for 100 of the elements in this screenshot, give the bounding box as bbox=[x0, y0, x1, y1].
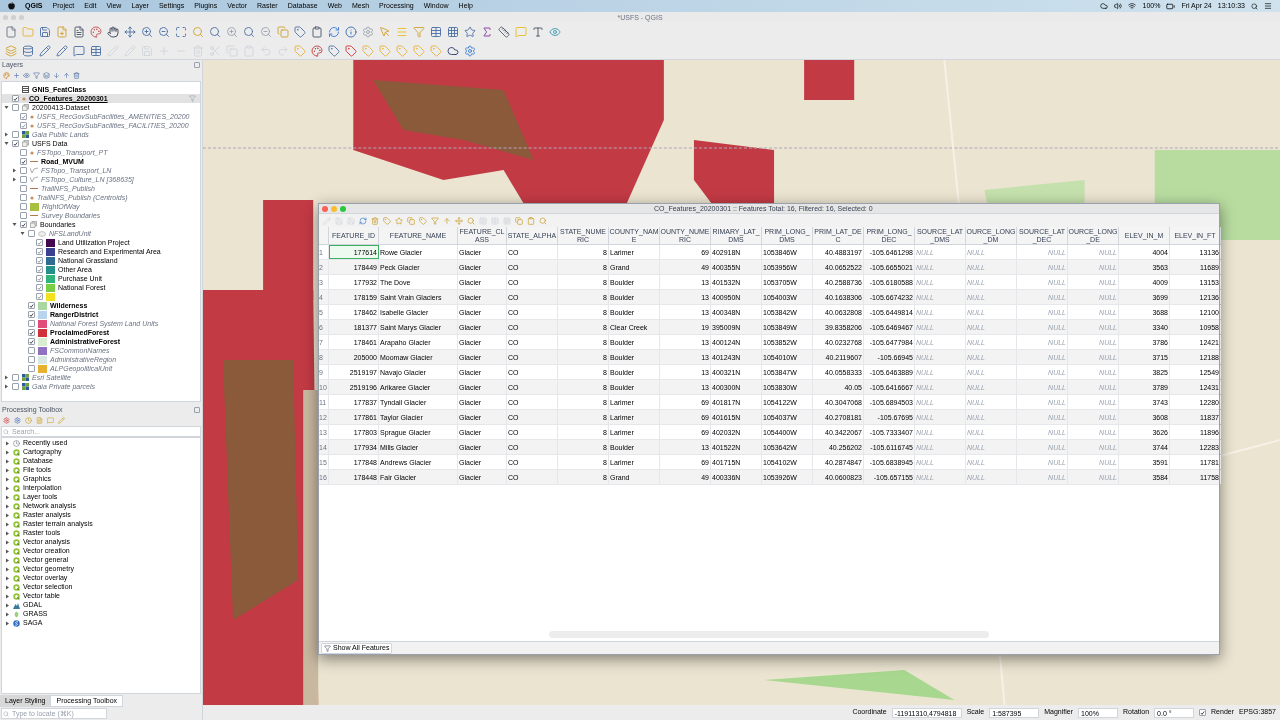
expand-arrow-icon[interactable] bbox=[5, 468, 10, 473]
checkbox[interactable] bbox=[20, 221, 27, 228]
checkbox[interactable] bbox=[28, 365, 35, 372]
database-icon[interactable] bbox=[20, 43, 35, 58]
grid-icon[interactable] bbox=[445, 24, 460, 40]
expand-arrow-icon[interactable] bbox=[5, 531, 10, 536]
label-icon[interactable] bbox=[326, 43, 341, 58]
expand-arrow-icon[interactable] bbox=[5, 585, 10, 590]
expand-arrow-icon[interactable] bbox=[5, 612, 10, 617]
label-icon[interactable] bbox=[377, 43, 392, 58]
expand-arrow-icon[interactable] bbox=[5, 513, 10, 518]
label-icon[interactable] bbox=[394, 43, 409, 58]
checkbox[interactable] bbox=[12, 95, 19, 102]
toolbar-icon[interactable] bbox=[405, 215, 416, 226]
checkbox[interactable] bbox=[28, 320, 35, 327]
toolbar-icon[interactable] bbox=[357, 215, 368, 226]
zoom-in-icon[interactable] bbox=[139, 24, 154, 40]
checkbox[interactable] bbox=[28, 329, 35, 336]
checkbox[interactable] bbox=[28, 302, 35, 309]
checkbox[interactable] bbox=[12, 131, 19, 138]
close-icon[interactable] bbox=[194, 406, 200, 413]
checkbox[interactable] bbox=[20, 212, 27, 219]
toolbar-icon[interactable] bbox=[381, 215, 392, 226]
search-icon[interactable] bbox=[207, 24, 222, 40]
checkbox[interactable] bbox=[20, 167, 27, 174]
checkbox[interactable] bbox=[28, 347, 35, 354]
toolbar-icon[interactable] bbox=[63, 71, 70, 79]
expand-arrow-icon[interactable] bbox=[5, 603, 10, 608]
info-icon[interactable] bbox=[343, 24, 358, 40]
volume-icon[interactable] bbox=[1114, 2, 1123, 10]
move-icon[interactable] bbox=[122, 24, 137, 40]
expand-arrow-icon[interactable] bbox=[5, 441, 10, 446]
toolbar-icon[interactable] bbox=[465, 215, 476, 226]
pencil-icon[interactable] bbox=[37, 43, 52, 58]
clipboard-icon[interactable] bbox=[309, 24, 324, 40]
maximize-button[interactable] bbox=[340, 205, 346, 212]
expand-arrow-icon[interactable] bbox=[5, 558, 10, 563]
checkbox[interactable] bbox=[12, 104, 19, 111]
checkbox[interactable] bbox=[36, 248, 43, 255]
filter-icon[interactable] bbox=[411, 24, 426, 40]
palette-icon[interactable] bbox=[88, 24, 103, 40]
expand-arrow-icon[interactable] bbox=[5, 621, 10, 626]
zoom-full-icon[interactable] bbox=[173, 24, 188, 40]
toolbar-icon[interactable] bbox=[36, 416, 43, 424]
document-icon[interactable] bbox=[71, 24, 86, 40]
copy-icon[interactable] bbox=[275, 24, 290, 40]
checkbox[interactable] bbox=[1199, 709, 1207, 716]
cloud-icon[interactable] bbox=[1100, 2, 1109, 10]
checkbox[interactable] bbox=[20, 122, 27, 129]
checkbox[interactable] bbox=[20, 185, 27, 192]
toolbar-icon[interactable] bbox=[525, 215, 536, 226]
expand-arrow-icon[interactable] bbox=[5, 567, 10, 572]
checkbox[interactable] bbox=[36, 266, 43, 273]
expand-arrow-icon[interactable] bbox=[12, 222, 17, 227]
toolbar-icon[interactable] bbox=[73, 71, 80, 79]
checkbox[interactable] bbox=[36, 284, 43, 291]
close-icon[interactable] bbox=[194, 61, 200, 68]
expand-arrow-icon[interactable] bbox=[4, 375, 9, 380]
zoom-out-icon[interactable] bbox=[156, 24, 171, 40]
expand-arrow-icon[interactable] bbox=[20, 231, 25, 236]
expand-arrow-icon[interactable] bbox=[5, 594, 10, 599]
toolbar-icon[interactable] bbox=[393, 215, 404, 226]
minimize-button[interactable] bbox=[331, 205, 337, 212]
clipboard-icon[interactable] bbox=[241, 43, 256, 58]
expand-arrow-icon[interactable] bbox=[4, 141, 9, 146]
zoom-in-icon[interactable] bbox=[224, 24, 239, 40]
checkbox[interactable] bbox=[28, 311, 35, 318]
checkbox[interactable] bbox=[20, 113, 27, 120]
checkbox[interactable] bbox=[12, 140, 19, 147]
toolbar-icon[interactable] bbox=[441, 215, 452, 226]
checkbox[interactable] bbox=[28, 338, 35, 345]
toolbar-icon[interactable] bbox=[47, 416, 54, 424]
expand-arrow-icon[interactable] bbox=[12, 177, 17, 182]
expand-arrow-icon[interactable] bbox=[4, 105, 9, 110]
new-file-icon[interactable] bbox=[3, 24, 18, 40]
menu-icon[interactable] bbox=[1264, 2, 1272, 10]
toolbar-icon[interactable] bbox=[417, 215, 428, 226]
star-icon[interactable] bbox=[462, 24, 477, 40]
toolbar-icon[interactable] bbox=[43, 71, 50, 79]
expand-arrow-icon[interactable] bbox=[4, 132, 9, 137]
checkbox[interactable] bbox=[36, 293, 43, 300]
toolbar-icon[interactable] bbox=[53, 71, 60, 79]
toolbar-icon[interactable] bbox=[25, 416, 32, 424]
expand-arrow-icon[interactable] bbox=[5, 486, 10, 491]
close-button[interactable] bbox=[322, 205, 328, 212]
settings-icon[interactable] bbox=[360, 24, 375, 40]
pencil-icon[interactable] bbox=[54, 43, 69, 58]
battery-icon[interactable] bbox=[1166, 1, 1176, 11]
toolbar-icon[interactable] bbox=[537, 215, 548, 226]
toolbar-icon[interactable] bbox=[33, 71, 40, 79]
toolbar-icon[interactable] bbox=[58, 416, 65, 424]
toolbar-icon[interactable] bbox=[13, 71, 20, 79]
table-icon[interactable] bbox=[428, 24, 443, 40]
checkbox[interactable] bbox=[28, 230, 35, 237]
palette-icon[interactable] bbox=[309, 43, 324, 58]
checkbox[interactable] bbox=[20, 194, 27, 201]
wifi-icon[interactable] bbox=[1128, 2, 1137, 10]
label-icon[interactable] bbox=[360, 43, 375, 58]
toolbar-icon[interactable] bbox=[23, 71, 30, 79]
expand-arrow-icon[interactable] bbox=[5, 450, 10, 455]
